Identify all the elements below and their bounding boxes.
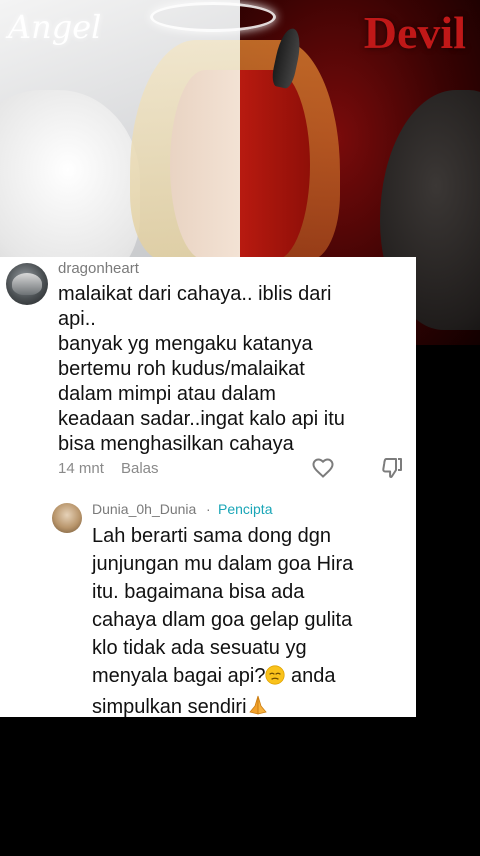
comment-card: dragonheart malaikat dari cahaya.. iblis… [0, 257, 416, 493]
comment-username[interactable]: dragonheart [58, 260, 139, 277]
reply-card: Dunia_0h_Dunia · Pencipta Lah berarti sa… [0, 493, 416, 718]
reply-text-part1: Lah berarti sama dong dgn junjungan mu d… [92, 525, 354, 687]
avatar[interactable] [6, 263, 48, 305]
reply-text: Lah berarti sama dong dgn junjungan mu d… [92, 522, 407, 724]
avatar-wing-icon [12, 273, 42, 295]
thumbs-down-icon[interactable] [380, 456, 404, 480]
angel-face [170, 70, 240, 260]
reply-button[interactable]: Balas [121, 460, 159, 477]
avatar[interactable] [52, 503, 82, 533]
comment-time: 14 mnt [58, 460, 104, 477]
creator-badge: Pencipta [218, 501, 273, 517]
devil-face [240, 70, 310, 260]
devil-title: Devil [363, 7, 466, 58]
sleepy-face-emoji [265, 665, 286, 693]
folded-hands-emoji [247, 694, 269, 724]
halo-icon [150, 2, 276, 32]
comment-text: malaikat dari cahaya.. iblis dari api.. … [58, 283, 345, 455]
angel-title: Angel [8, 8, 102, 46]
separator-dot: · [206, 501, 211, 517]
heart-outline-icon[interactable] [311, 456, 335, 480]
reply-username[interactable]: Dunia_0h_Dunia [92, 501, 196, 517]
